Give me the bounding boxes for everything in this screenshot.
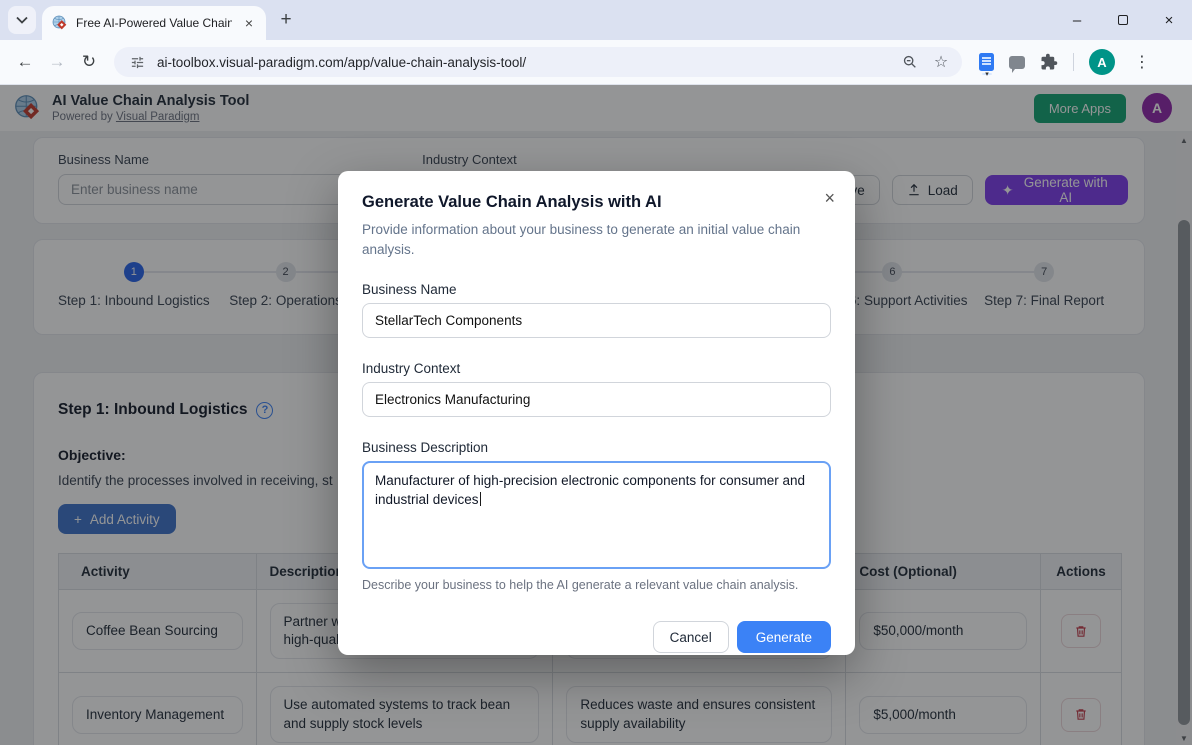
modal-industry-input[interactable] — [362, 382, 831, 417]
modal-description-label: Business Description — [362, 440, 831, 455]
maximize-icon — [1118, 15, 1128, 25]
modal-business-name-label: Business Name — [362, 282, 831, 297]
modal-helper-text: Describe your business to help the AI ge… — [362, 578, 831, 592]
close-window-button[interactable]: × — [1146, 0, 1192, 40]
browser-profile-avatar[interactable]: A — [1089, 49, 1115, 75]
browser-tab[interactable]: Free AI-Powered Value Chain An × — [42, 6, 266, 40]
modal-close-icon[interactable]: × — [820, 185, 839, 211]
reload-button[interactable]: ↻ — [74, 47, 104, 77]
extensions-puzzle-icon[interactable] — [1040, 53, 1058, 71]
extension-icons: ▾ A ⋮ — [979, 49, 1154, 75]
text-caret — [480, 492, 482, 506]
browser-tab-strip: Free AI-Powered Value Chain An × + – × — [0, 0, 1192, 40]
chevron-down-icon — [16, 16, 28, 24]
generate-button[interactable]: Generate — [737, 621, 831, 653]
toolbar-divider — [1073, 53, 1074, 71]
bookmark-star-icon[interactable]: ☆ — [930, 51, 952, 73]
generate-analysis-modal: × Generate Value Chain Analysis with AI … — [338, 171, 855, 655]
tab-close-icon[interactable]: × — [240, 14, 258, 32]
zoom-out-icon[interactable] — [899, 51, 921, 73]
tab-search-button[interactable] — [8, 6, 36, 34]
site-settings-icon[interactable] — [126, 51, 148, 73]
modal-description-textarea[interactable]: Manufacturer of high-precision electroni… — [362, 461, 831, 569]
modal-business-name-input[interactable] — [362, 303, 831, 338]
back-button[interactable]: ← — [10, 47, 40, 77]
url-text[interactable]: ai-toolbox.visual-paradigm.com/app/value… — [157, 55, 890, 70]
modal-description: Provide information about your business … — [362, 220, 830, 259]
modal-industry-label: Industry Context — [362, 361, 831, 376]
visual-paradigm-favicon — [52, 15, 68, 31]
browser-toolbar: ← → ↻ ai-toolbox.visual-paradigm.com/app… — [0, 40, 1192, 85]
tab-title: Free AI-Powered Value Chain An — [76, 16, 232, 30]
maximize-button[interactable] — [1100, 0, 1146, 40]
window-controls: – × — [1054, 0, 1192, 40]
chat-bubble-extension-icon[interactable] — [1009, 56, 1025, 69]
address-bar[interactable]: ai-toolbox.visual-paradigm.com/app/value… — [114, 47, 962, 77]
modal-title: Generate Value Chain Analysis with AI — [362, 193, 831, 212]
cancel-button[interactable]: Cancel — [653, 621, 729, 653]
new-tab-button[interactable]: + — [272, 6, 300, 34]
document-download-extension-icon[interactable]: ▾ — [979, 53, 994, 71]
minimize-button[interactable]: – — [1054, 0, 1100, 40]
forward-button[interactable]: → — [42, 47, 72, 77]
browser-menu-icon[interactable]: ⋮ — [1130, 52, 1154, 72]
